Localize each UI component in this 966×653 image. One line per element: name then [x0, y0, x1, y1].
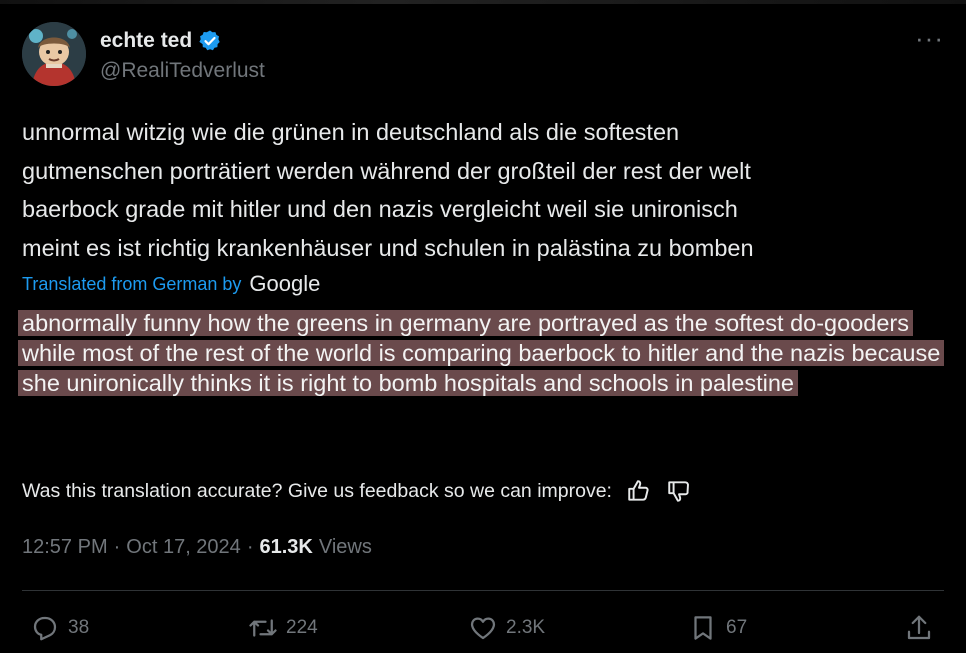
repost-count: 224 [286, 617, 318, 638]
reply-icon [33, 616, 57, 641]
verified-badge-icon[interactable] [198, 29, 222, 53]
like-count: 2.3K [506, 617, 546, 638]
translated-from-label[interactable]: Translated from German by [22, 274, 241, 295]
reply-button[interactable]: 38 [30, 613, 89, 643]
bookmark-button[interactable]: 67 [688, 613, 747, 643]
repost-icon [249, 619, 277, 637]
thumbs-down-icon[interactable] [666, 478, 692, 504]
action-bar: 38 224 2.3K 67 [0, 613, 966, 647]
views-label: Views [318, 536, 372, 558]
bookmark-icon [694, 616, 712, 640]
share-button[interactable] [904, 613, 934, 643]
feedback-prompt: Was this translation accurate? Give us f… [22, 479, 612, 502]
heart-icon [470, 617, 496, 640]
tweet-text: unnormal witzig wie die grünen in deutsc… [22, 119, 754, 261]
tweet-time[interactable]: 12:57 PM [22, 536, 108, 559]
thumbs-up-icon[interactable] [626, 478, 652, 504]
views-count[interactable]: 61.3K [259, 536, 312, 559]
translation-feedback: Was this translation accurate? Give us f… [22, 478, 692, 504]
google-logo: Google [249, 271, 321, 296]
handle[interactable]: @RealiTedverlust [100, 59, 265, 83]
tweet-meta: 12:57 PM · Oct 17, 2024 · 61.3K Views [22, 536, 372, 559]
cartoon-avatar-icon [22, 22, 86, 86]
like-button[interactable]: 2.3K [468, 613, 545, 643]
meta-separator: · [246, 536, 254, 558]
translation-highlight: abnormally funny how the greens in germa… [18, 310, 945, 396]
display-name[interactable]: echte ted [100, 29, 192, 53]
translation-attribution: Translated from German by Google [22, 271, 320, 297]
meta-separator: · [113, 536, 121, 558]
avatar[interactable] [22, 22, 86, 86]
translation-text: abnormally funny how the greens in germa… [18, 308, 948, 398]
share-icon [907, 615, 931, 640]
reply-count: 38 [68, 617, 90, 638]
bookmark-count: 67 [726, 617, 748, 638]
top-edge [0, 0, 966, 4]
divider [22, 590, 944, 591]
tweet-date[interactable]: Oct 17, 2024 [126, 536, 241, 559]
more-options-icon[interactable]: ··· [915, 25, 944, 51]
author-block: echte ted @RealiTedverlust [100, 26, 265, 83]
name-row: echte ted [100, 26, 265, 56]
repost-button[interactable]: 224 [248, 613, 318, 643]
